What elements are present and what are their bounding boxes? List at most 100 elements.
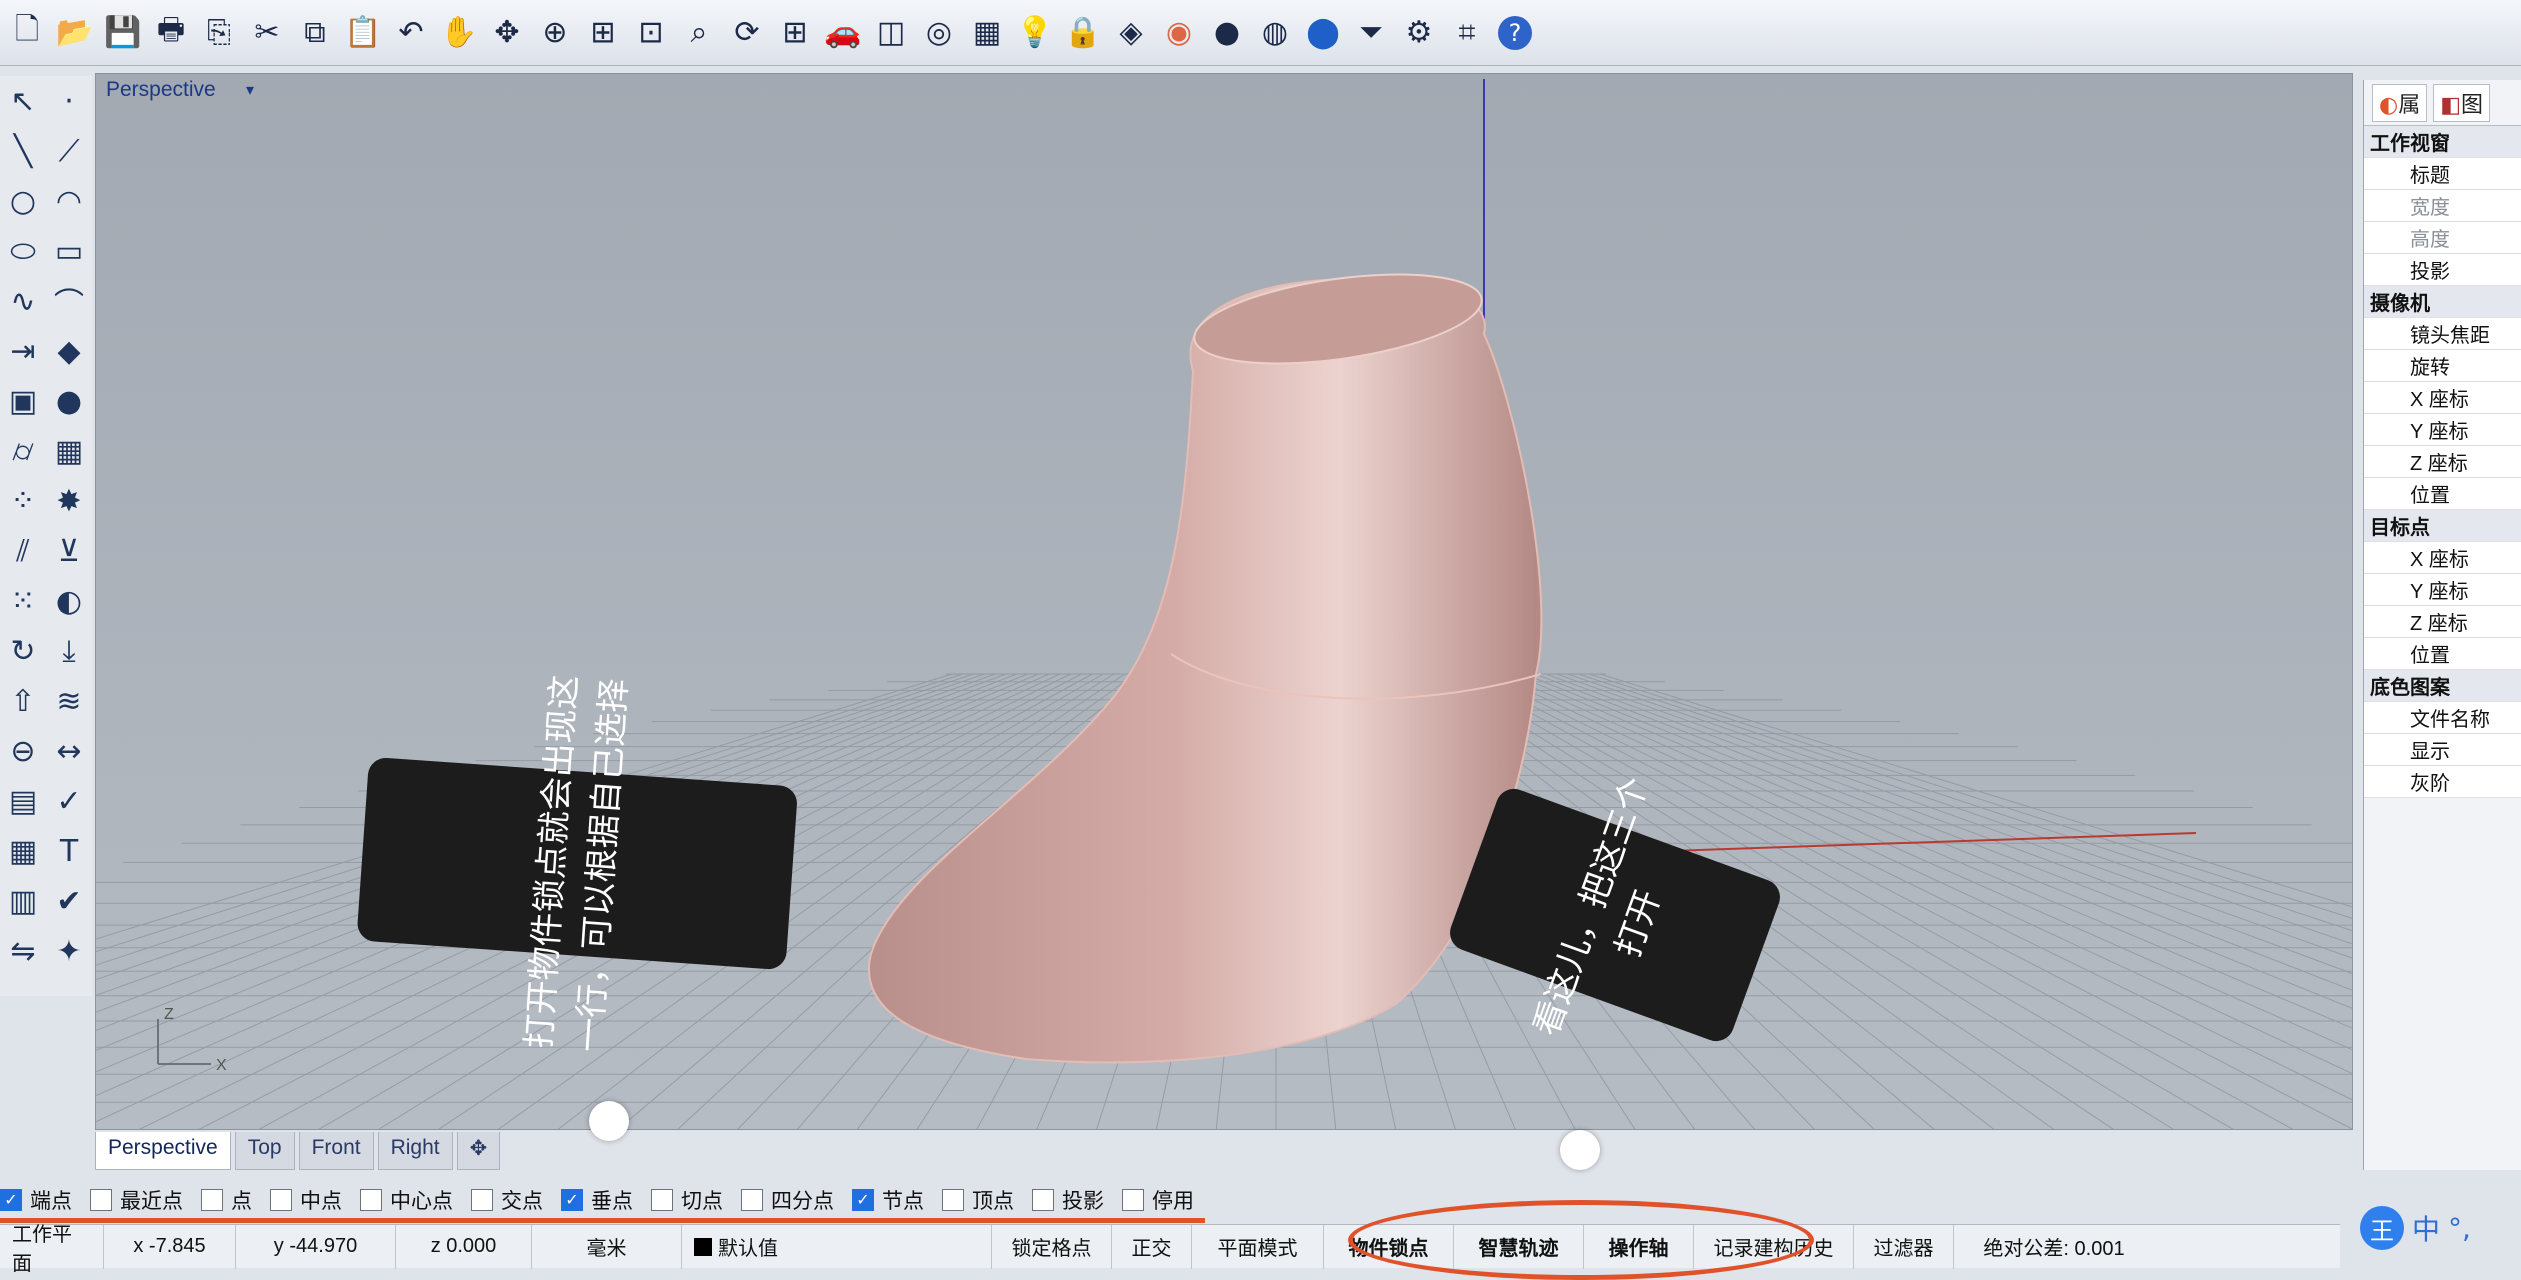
zoom-icon[interactable]: ⊕ [532, 8, 578, 58]
help-icon[interactable]: ? [1492, 8, 1538, 58]
fillet-icon[interactable]: ⌒ [46, 276, 92, 326]
panel-field[interactable]: Z 座标 [2364, 446, 2521, 478]
shaded-sphere-icon[interactable]: ● [1204, 8, 1250, 58]
panel-field[interactable]: 标题 [2364, 158, 2521, 190]
osnap-item[interactable]: 切点 [651, 1185, 723, 1215]
material-icon[interactable]: ◈ [1108, 8, 1154, 58]
split-icon[interactable]: ⫽ [0, 526, 46, 576]
panel-field[interactable]: 显示 [2364, 734, 2521, 766]
osnap-checkbox[interactable] [360, 1189, 382, 1211]
rendered-sphere-icon[interactable]: ◍ [1252, 8, 1298, 58]
gear-icon[interactable]: ⚙ [1396, 8, 1442, 58]
osnap-item[interactable]: 四分点 [741, 1185, 834, 1215]
grid-icon[interactable]: ▦ [964, 8, 1010, 58]
explode-icon[interactable]: ✸ [46, 476, 92, 526]
print-icon[interactable]: 🖶 [148, 8, 194, 58]
cut-icon[interactable]: ✂ [244, 8, 290, 58]
zoom-extents-icon[interactable]: ⊡ [628, 8, 674, 58]
osnap-checkbox[interactable]: ✓ [0, 1189, 22, 1211]
osnap-checkbox[interactable] [201, 1189, 223, 1211]
panel-field[interactable]: 灰阶 [2364, 766, 2521, 798]
join-icon[interactable]: ⊻ [46, 526, 92, 576]
add-viewport-icon[interactable]: ✥ [456, 1132, 501, 1170]
new-file-icon[interactable]: 🗋 [4, 8, 50, 58]
status-layer[interactable]: 默认值 [682, 1224, 992, 1269]
edit-points-icon[interactable]: ⁘ [0, 476, 46, 526]
car-icon[interactable]: 🚗 [820, 8, 866, 58]
osnap-checkbox[interactable] [1122, 1189, 1144, 1211]
osnap-checkbox[interactable] [741, 1189, 763, 1211]
light-icon[interactable]: 💡 [1012, 8, 1058, 58]
select-arrow-icon[interactable]: ↖ [0, 76, 46, 126]
tab-top[interactable]: Top [234, 1132, 295, 1170]
osnap-item[interactable]: ✓ 节点 [852, 1185, 924, 1215]
array-icon[interactable]: ⁙ [0, 576, 46, 626]
osnap-item[interactable]: 交点 [471, 1185, 543, 1215]
rectangle-icon[interactable]: ▭ [46, 226, 92, 276]
viewport-title[interactable]: Perspective [106, 78, 216, 102]
text-icon[interactable]: T [46, 826, 92, 876]
surface-icon[interactable]: ◆ [46, 326, 92, 376]
osnap-checkbox[interactable] [270, 1189, 292, 1211]
dimension-icon[interactable]: ↔ [46, 726, 92, 776]
osnap-item[interactable]: 顶点 [942, 1185, 1014, 1215]
point-icon[interactable]: · [46, 76, 92, 126]
open-folder-icon[interactable]: 📂 [52, 8, 98, 58]
ellipse-icon[interactable]: ⬭ [0, 226, 46, 276]
osnap-checkbox[interactable] [90, 1189, 112, 1211]
zoom-selected-icon[interactable]: ⌕ [676, 8, 722, 58]
osnap-checkbox[interactable] [651, 1189, 673, 1211]
sphere-icon[interactable]: ● [46, 376, 92, 426]
tab-layers[interactable]: ◧图 [2433, 83, 2491, 122]
panel-field[interactable]: 位置 [2364, 638, 2521, 670]
panel-field[interactable]: 投影 [2364, 254, 2521, 286]
status-planar[interactable]: 平面模式 [1192, 1224, 1324, 1269]
four-viewports-icon[interactable]: ⊞ [772, 8, 818, 58]
mesh-icon[interactable]: ▦ [46, 426, 92, 476]
line-icon[interactable]: ╲ [0, 126, 46, 176]
panel-field[interactable]: 旋转 [2364, 350, 2521, 382]
curve-icon[interactable]: ∿ [0, 276, 46, 326]
layer-icon[interactable]: ◫ [868, 8, 914, 58]
loft-icon[interactable]: ≋ [46, 676, 92, 726]
curve-tools-icon[interactable]: ⌗ [1444, 8, 1490, 58]
check-icon[interactable]: ✓ [46, 776, 92, 826]
status-filter[interactable]: 过滤器 [1854, 1224, 1954, 1269]
perspective-viewport[interactable]: Z X Perspective ▾ [95, 73, 2353, 1130]
panel-field[interactable]: 位置 [2364, 478, 2521, 510]
polyline-icon[interactable]: ⟋ [46, 126, 92, 176]
blue-sphere-icon[interactable]: ⬤ [1300, 8, 1346, 58]
status-units[interactable]: 毫米 [532, 1224, 682, 1269]
tab-right[interactable]: Right [377, 1132, 453, 1170]
arc-icon[interactable]: ◠ [46, 176, 92, 226]
rebuild-icon[interactable]: ↻ [0, 626, 46, 676]
copy-icon[interactable]: ⧉ [292, 8, 338, 58]
tab-front[interactable]: Front [298, 1132, 374, 1170]
import-icon[interactable]: ⎘ [196, 8, 242, 58]
osnap-item[interactable]: 投影 [1032, 1185, 1104, 1215]
panel-field[interactable]: 文件名称 [2364, 702, 2521, 734]
osnap-item[interactable]: ✓ 端点 [0, 1185, 72, 1215]
undo-icon[interactable]: ↶ [388, 8, 434, 58]
tab-properties[interactable]: ◐属 [2372, 83, 2428, 122]
extrude-icon[interactable]: ⇧ [0, 676, 46, 726]
osnap-item[interactable]: 最近点 [90, 1185, 183, 1215]
status-grid-snap[interactable]: 锁定格点 [992, 1224, 1112, 1269]
panel-field[interactable]: X 座标 [2364, 382, 2521, 414]
flip-icon[interactable]: ⇋ [0, 926, 46, 976]
panel-field[interactable]: 镜头焦距 [2364, 318, 2521, 350]
project-icon[interactable]: ⤓ [46, 626, 92, 676]
filter-icon[interactable]: ⏷ [1348, 8, 1394, 58]
lock-icon[interactable]: 🔒 [1060, 8, 1106, 58]
rotate-view-icon[interactable]: ⟳ [724, 8, 770, 58]
extend-icon[interactable]: ⇥ [0, 326, 46, 376]
cylinder-icon[interactable]: ⌭ [0, 426, 46, 476]
layout-icon[interactable]: ▥ [0, 876, 46, 926]
osnap-checkbox[interactable]: ✓ [561, 1189, 583, 1211]
tab-perspective[interactable]: Perspective [95, 1132, 231, 1170]
osnap-item[interactable]: 中点 [270, 1185, 342, 1215]
circle-icon[interactable]: ○ [0, 176, 46, 226]
grid-array-icon[interactable]: ▦ [0, 826, 46, 876]
panel-field[interactable]: Z 座标 [2364, 606, 2521, 638]
osnap-item[interactable]: ✓ 垂点 [561, 1185, 633, 1215]
